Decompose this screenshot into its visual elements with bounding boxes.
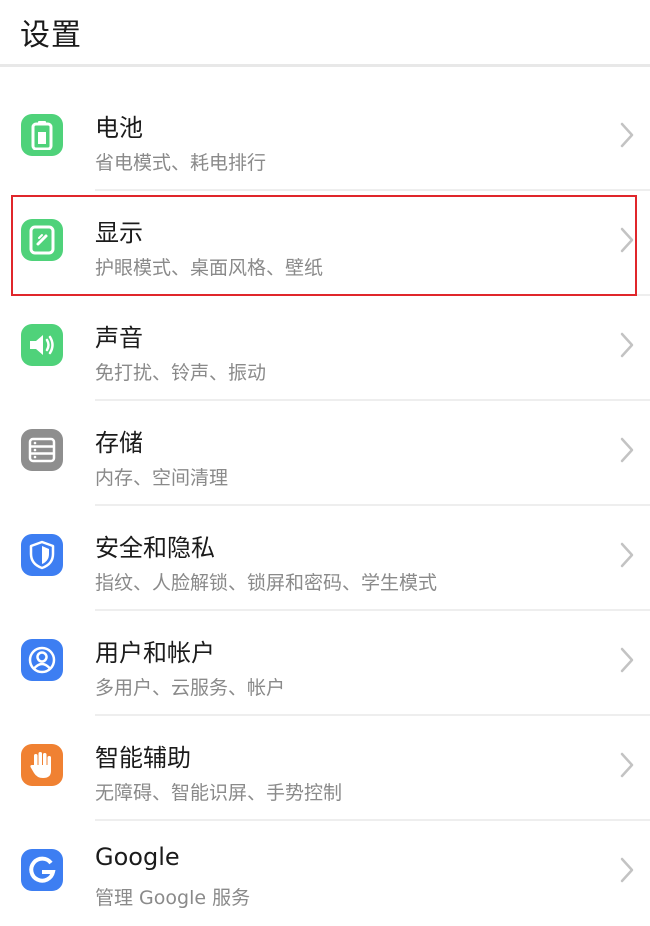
chevron-right-icon [620,752,634,782]
item-label: 声音 [95,324,143,352]
speaker-icon [21,324,63,366]
settings-item-security-privacy[interactable]: 安全和隐私 指纹、人脸解锁、锁屏和密码、学生模式 [0,506,650,611]
item-label: 用户和帐户 [95,639,215,667]
item-label: 安全和隐私 [95,534,215,562]
item-subtitle: 指纹、人脸解锁、锁屏和密码、学生模式 [95,572,438,594]
item-label: 存储 [95,429,143,457]
battery-icon [21,114,63,156]
settings-item-storage[interactable]: 存储 内存、空间清理 [0,401,650,506]
page-title: 设置 [20,18,82,53]
item-subtitle: 无障碍、智能识屏、手势控制 [95,782,343,804]
highlight-box [11,195,637,296]
settings-item-google[interactable]: Google 管理 Google 服务 [0,821,650,926]
item-subtitle: 省电模式、耗电排行 [95,152,267,174]
header: 设置 [0,0,650,67]
item-subtitle: 内存、空间清理 [95,467,229,489]
chevron-right-icon [620,332,634,362]
item-subtitle: 多用户、云服务、帐户 [95,677,286,699]
settings-item-battery[interactable]: 电池 省电模式、耗电排行 [0,86,650,191]
chevron-right-icon [620,857,634,887]
header-divider [0,64,650,67]
user-icon [21,639,63,681]
item-subtitle: 免打扰、铃声、振动 [95,362,267,384]
chevron-right-icon [620,542,634,572]
item-label: 智能辅助 [95,744,191,772]
hand-icon [21,744,63,786]
settings-item-smart-assistance[interactable]: 智能辅助 无障碍、智能识屏、手势控制 [0,716,650,821]
storage-icon [21,429,63,471]
shield-icon [21,534,63,576]
settings-item-sound[interactable]: 声音 免打扰、铃声、振动 [0,296,650,401]
settings-item-users-accounts[interactable]: 用户和帐户 多用户、云服务、帐户 [0,611,650,716]
chevron-right-icon [620,122,634,152]
google-icon [21,849,63,891]
chevron-right-icon [620,437,634,467]
item-label: 电池 [95,114,143,142]
chevron-right-icon [620,647,634,677]
item-subtitle: 管理 Google 服务 [95,887,251,909]
item-label: Google [95,843,180,871]
